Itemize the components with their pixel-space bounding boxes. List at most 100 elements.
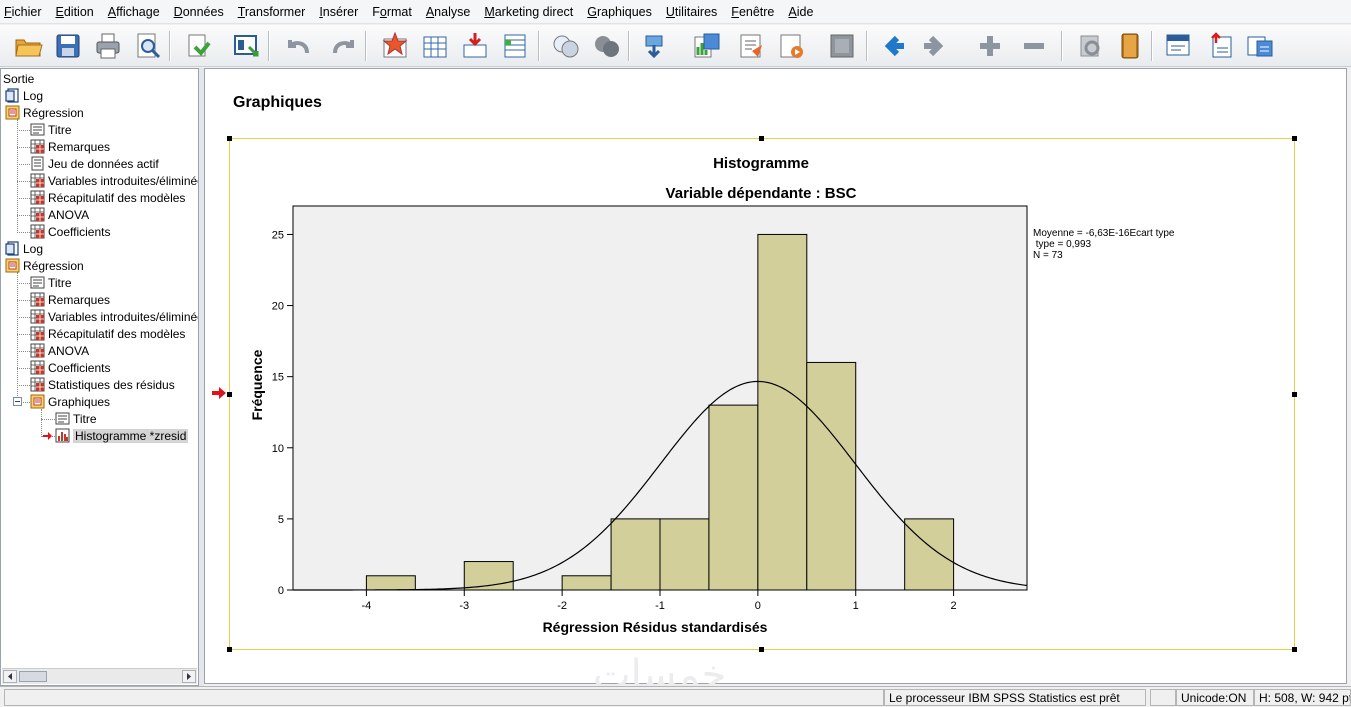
- hide-item-button[interactable]: [1161, 29, 1195, 63]
- hide-button[interactable]: [590, 29, 624, 63]
- goto-data-button[interactable]: [378, 29, 412, 63]
- tree-item-régression[interactable]: Régression: [5, 258, 84, 275]
- histogram-bar[interactable]: [904, 518, 955, 591]
- histogram-bar[interactable]: [806, 361, 857, 591]
- tree-item-label: Statistiques des résidus: [48, 378, 175, 392]
- histogram-bar[interactable]: [757, 233, 808, 591]
- scroll-left-button[interactable]: [3, 670, 17, 683]
- tree-item-histogramme-zresid[interactable]: Histogramme *zresid: [55, 428, 189, 445]
- tree-item-anova[interactable]: ANOVA: [30, 343, 89, 360]
- scroll-thumb[interactable]: [19, 671, 47, 682]
- table-icon: [30, 173, 45, 188]
- tree-item-graphiques[interactable]: Graphiques: [30, 394, 110, 411]
- histogram-bar[interactable]: [610, 518, 661, 591]
- insert-title-icon: [1247, 36, 1273, 57]
- chevron-left-icon: [8, 673, 12, 680]
- menu-données[interactable]: Données: [170, 0, 234, 24]
- menu-affichage[interactable]: Affichage: [104, 0, 170, 24]
- collapse-toggle[interactable]: [13, 397, 22, 406]
- select-last-output-button[interactable]: [638, 29, 672, 63]
- x-tick-label: 0: [755, 600, 761, 612]
- tree-item-titre[interactable]: Titre: [55, 411, 97, 428]
- recall-dialog-icon: [234, 35, 259, 57]
- x-tick-label: -2: [557, 600, 567, 612]
- histogram-chart[interactable]: HistogrammeVariable dépendante : BSC0510…: [229, 138, 1295, 650]
- navigator-horizontal-scrollbar[interactable]: [2, 668, 197, 684]
- stats-line: type = 0,993: [1033, 239, 1092, 250]
- tree-root[interactable]: Sortie: [3, 71, 34, 88]
- recall-dialog-button[interactable]: [229, 29, 263, 63]
- tree-connector: [17, 215, 30, 216]
- tree-item-récapitulatif-des-modèles[interactable]: Récapitulatif des modèles: [30, 190, 185, 207]
- print-preview-button[interactable]: [131, 29, 165, 63]
- tree-item-récapitulatif-des-modèles[interactable]: Récapitulatif des modèles: [30, 326, 185, 343]
- tree-item-anova[interactable]: ANOVA: [30, 207, 89, 224]
- scroll-right-button[interactable]: [182, 670, 196, 683]
- menu-fenêtre[interactable]: Fenêtre: [727, 0, 784, 24]
- tree-item-variables-introduites-éliminées[interactable]: Variables introduites/éliminées: [30, 309, 199, 326]
- insert-title-button[interactable]: [1243, 29, 1277, 63]
- tree-item-statistiques-des-résidus[interactable]: Statistiques des résidus: [30, 377, 175, 394]
- histogram-icon: [55, 428, 70, 443]
- menu-transformer[interactable]: Transformer: [234, 0, 316, 24]
- tree-item-remarques[interactable]: Remarques: [30, 139, 110, 156]
- goto-case-button[interactable]: [418, 29, 452, 63]
- goto-variable-button[interactable]: [458, 29, 492, 63]
- menu-format[interactable]: Format: [368, 0, 422, 24]
- forward-button[interactable]: [973, 29, 1007, 63]
- histogram-bar[interactable]: [365, 575, 416, 591]
- status-spacer: [4, 689, 884, 706]
- show-all-button[interactable]: [549, 29, 583, 63]
- output-navigator[interactable]: Sortie Log Régression Titre Remarques Jeu de …: [0, 68, 199, 686]
- menu-edition[interactable]: Edition: [52, 0, 104, 24]
- show-button[interactable]: [1113, 29, 1147, 63]
- menu-aide[interactable]: Aide: [784, 0, 823, 24]
- print-button[interactable]: [91, 29, 125, 63]
- export-button[interactable]: [181, 29, 215, 63]
- document-icon: [31, 156, 44, 171]
- variables-button[interactable]: [498, 29, 532, 63]
- tree-item-variables-introduites-éliminées[interactable]: Variables introduites/éliminées: [30, 173, 198, 190]
- tree-item-log[interactable]: Log: [5, 88, 43, 105]
- open-button[interactable]: [11, 29, 45, 63]
- menu-graphiques[interactable]: Graphiques: [583, 0, 662, 24]
- back-button[interactable]: [918, 29, 952, 63]
- tree-item-label: Remarques: [48, 140, 111, 154]
- tree-item-label: Variables introduites/éliminées: [48, 310, 199, 324]
- histogram-bar[interactable]: [561, 575, 612, 591]
- menu-insérer[interactable]: Insérer: [315, 0, 368, 24]
- menu-analyse[interactable]: Analyse: [422, 0, 480, 24]
- collapse-button[interactable]: [1073, 29, 1107, 63]
- title-icon: [55, 412, 70, 425]
- insert-heading-button[interactable]: [1203, 29, 1237, 63]
- export-icon: [188, 34, 211, 57]
- procedure-icon: [30, 394, 45, 409]
- tree-item-label: Graphiques: [48, 395, 111, 409]
- tree-item-titre[interactable]: Titre: [30, 275, 72, 292]
- toolbar-separator: [1061, 31, 1063, 61]
- tree-item-jeu-de-données-actif[interactable]: Jeu de données actif: [30, 156, 159, 173]
- histogram-bar[interactable]: [708, 404, 759, 591]
- undo-button[interactable]: [281, 29, 315, 63]
- edit-button[interactable]: [774, 29, 808, 63]
- menu-fichier[interactable]: Fichier: [0, 0, 52, 24]
- tree-item-coefficients[interactable]: Coefficients: [30, 224, 110, 241]
- tree-item-titre[interactable]: Titre: [30, 122, 72, 139]
- expand-button[interactable]: [1017, 29, 1051, 63]
- tree-item-remarques[interactable]: Remarques: [30, 292, 110, 309]
- status-message: Le processeur IBM SPSS Statistics est pr…: [884, 689, 1146, 706]
- run-script-button[interactable]: [734, 29, 768, 63]
- tree-item-coefficients[interactable]: Coefficients: [30, 360, 110, 377]
- histogram-bar[interactable]: [659, 518, 710, 591]
- spss-output-viewer: Fichier Edition Affichage Données Transforme…: [0, 0, 1351, 707]
- menu-marketing-direct[interactable]: Marketing direct: [480, 0, 583, 24]
- tree-item-régression[interactable]: Régression: [5, 105, 84, 122]
- tree-item-log[interactable]: Log: [5, 241, 43, 258]
- pivot-button[interactable]: [876, 29, 910, 63]
- designate-window-button[interactable]: [690, 29, 724, 63]
- menu-utilitaires[interactable]: Utilitaires: [662, 0, 727, 24]
- script-button[interactable]: [825, 29, 859, 63]
- save-button[interactable]: [51, 29, 85, 63]
- redo-button[interactable]: [327, 29, 361, 63]
- tree-connector: [17, 351, 30, 352]
